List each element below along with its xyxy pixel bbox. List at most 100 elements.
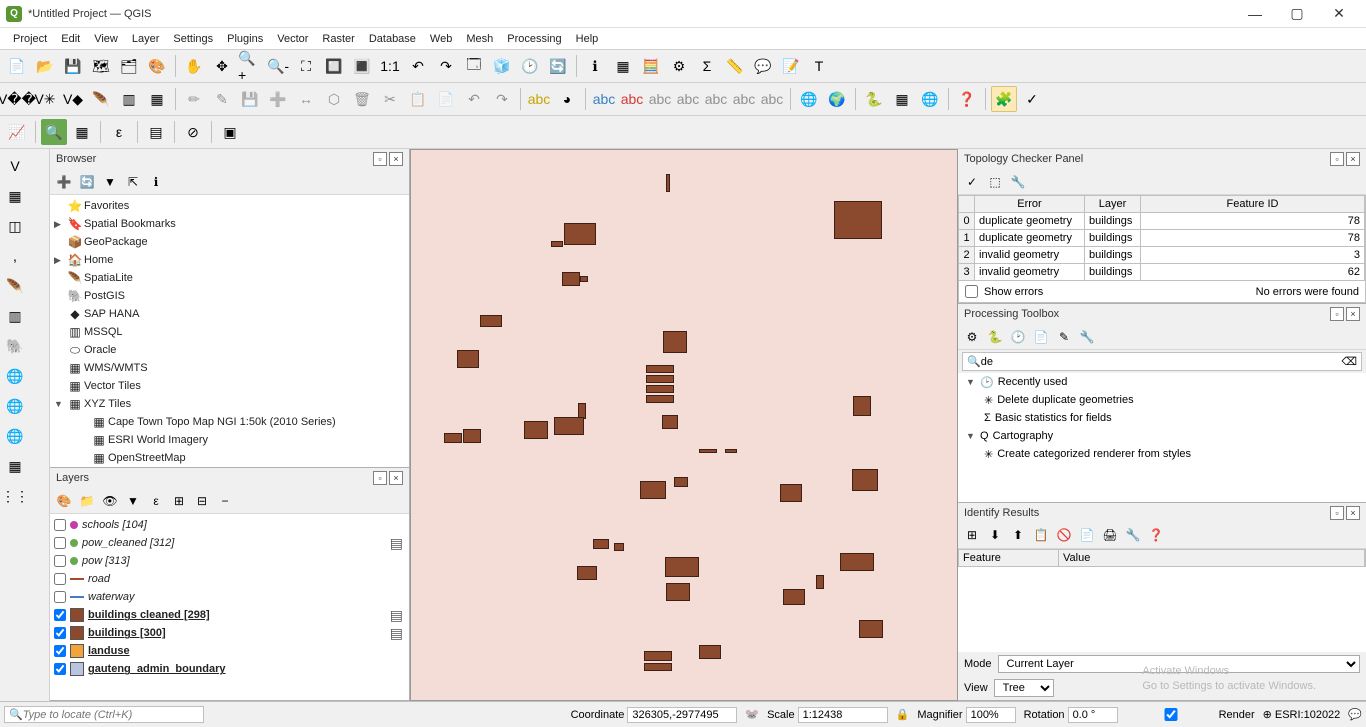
- browser-item[interactable]: ▥MSSQL: [50, 323, 409, 341]
- zoom-out-icon[interactable]: 🔍-: [265, 53, 291, 79]
- building-feature[interactable]: [646, 375, 674, 383]
- layer-visibility-checkbox[interactable]: [54, 519, 66, 531]
- extents-icon[interactable]: 🐭: [745, 708, 759, 721]
- col-layer[interactable]: Layer: [1085, 196, 1141, 212]
- python-script-icon[interactable]: 🐍: [985, 327, 1005, 347]
- building-feature[interactable]: [852, 469, 878, 491]
- zoom-in-icon[interactable]: 🔍+: [237, 53, 263, 79]
- filter-browser-icon[interactable]: ▼: [100, 172, 120, 192]
- new-spatialite-icon[interactable]: 🪶: [88, 86, 114, 112]
- add-feature-icon[interactable]: ➕: [265, 86, 291, 112]
- building-feature[interactable]: [816, 575, 824, 589]
- building-feature[interactable]: [580, 276, 588, 282]
- close-panel-icon[interactable]: ×: [1346, 506, 1360, 520]
- lock-scale-icon[interactable]: 🔒: [896, 708, 910, 721]
- building-feature[interactable]: [853, 396, 871, 416]
- locator-input[interactable]: [23, 709, 199, 721]
- processing-algorithm[interactable]: ΣBasic statistics for fields: [958, 409, 1366, 427]
- col-feature[interactable]: Feature: [959, 550, 1059, 566]
- label-move-icon[interactable]: abc: [703, 86, 729, 112]
- building-feature[interactable]: [554, 417, 584, 435]
- add-wms-icon[interactable]: 🌐: [2, 363, 28, 389]
- building-feature[interactable]: [444, 433, 462, 443]
- label-show-icon[interactable]: abc: [675, 86, 701, 112]
- expand-all-icon[interactable]: ⬇: [985, 525, 1005, 545]
- clear-search-icon[interactable]: ⌫: [1341, 355, 1357, 368]
- annotation-icon[interactable]: 📝: [778, 53, 804, 79]
- coordinate-input[interactable]: [627, 707, 737, 723]
- building-feature[interactable]: [665, 557, 699, 577]
- layer-item[interactable]: pow [313]: [50, 552, 409, 570]
- building-feature[interactable]: [699, 449, 717, 453]
- menu-help[interactable]: Help: [569, 31, 606, 47]
- processing-search[interactable]: 🔍 ⌫: [962, 352, 1362, 371]
- measure-icon[interactable]: 📏: [722, 53, 748, 79]
- temporal-icon[interactable]: 🕑: [517, 53, 543, 79]
- building-feature[interactable]: [457, 350, 479, 368]
- topology-row[interactable]: 3invalid geometrybuildings62: [958, 264, 1366, 281]
- building-feature[interactable]: [646, 395, 674, 403]
- vertex-tool-icon[interactable]: ⬡: [321, 86, 347, 112]
- building-feature[interactable]: [564, 223, 596, 245]
- cut-icon[interactable]: ✂: [377, 86, 403, 112]
- toggle-edit-icon[interactable]: ✎: [209, 86, 235, 112]
- results-viewer-icon[interactable]: 📄: [1031, 327, 1051, 347]
- filter-legend-icon[interactable]: ▼: [123, 491, 143, 511]
- browser-item[interactable]: ▶🏠Home: [50, 251, 409, 269]
- menu-vector[interactable]: Vector: [270, 31, 315, 47]
- building-feature[interactable]: [834, 201, 882, 239]
- menu-database[interactable]: Database: [362, 31, 423, 47]
- copy-feature-icon[interactable]: 📄: [1077, 525, 1097, 545]
- label-rotate-icon[interactable]: abc: [731, 86, 757, 112]
- invert-selection-icon[interactable]: ▣: [217, 119, 243, 145]
- clear-results-icon[interactable]: 🚫: [1054, 525, 1074, 545]
- layers-tree[interactable]: schools [104]pow_cleaned [312]▤pow [313]…: [50, 514, 409, 700]
- building-feature[interactable]: [524, 421, 548, 439]
- zoom-full-icon[interactable]: ⛶: [293, 53, 319, 79]
- building-feature[interactable]: [463, 429, 481, 443]
- deselect-icon[interactable]: ⊘: [180, 119, 206, 145]
- maximize-button[interactable]: ▢: [1276, 2, 1318, 26]
- close-button[interactable]: ✕: [1318, 2, 1360, 26]
- select-features-icon[interactable]: 🔍: [41, 119, 67, 145]
- add-group-icon[interactable]: 📁: [77, 491, 97, 511]
- building-feature[interactable]: [640, 481, 666, 499]
- building-feature[interactable]: [840, 553, 874, 571]
- zoom-selection-icon[interactable]: 🔲: [321, 53, 347, 79]
- python-console-icon[interactable]: 🐍: [861, 86, 887, 112]
- menu-view[interactable]: View: [87, 31, 125, 47]
- building-feature[interactable]: [699, 645, 721, 659]
- zoom-next-icon[interactable]: ↷: [433, 53, 459, 79]
- browser-item[interactable]: 📦GeoPackage: [50, 233, 409, 251]
- field-calc-icon[interactable]: 🧮: [638, 53, 664, 79]
- select-all-icon[interactable]: ▤: [143, 119, 169, 145]
- processing-algorithm[interactable]: ✳Delete duplicate geometries: [958, 391, 1366, 409]
- browser-item[interactable]: ▶🔖Spatial Bookmarks: [50, 215, 409, 233]
- label-change-icon[interactable]: abc: [759, 86, 785, 112]
- collapse-all-icon[interactable]: ⬆: [1008, 525, 1028, 545]
- browser-item[interactable]: 🐘PostGIS: [50, 287, 409, 305]
- processing-group[interactable]: ▼QCartography: [958, 427, 1366, 445]
- add-xyz-icon[interactable]: ▦: [2, 453, 28, 479]
- building-feature[interactable]: [783, 589, 805, 605]
- building-feature[interactable]: [551, 241, 563, 247]
- select-rect-icon[interactable]: ▦: [69, 119, 95, 145]
- statistics-icon[interactable]: Σ: [694, 53, 720, 79]
- browser-item[interactable]: ▦OpenStreetMap: [50, 449, 409, 467]
- remove-layer-icon[interactable]: −: [215, 491, 235, 511]
- building-feature[interactable]: [562, 272, 580, 286]
- diagram-icon[interactable]: ◕: [554, 86, 580, 112]
- osm-icon[interactable]: 🌍: [824, 86, 850, 112]
- crs-text[interactable]: ESRI:102022: [1275, 709, 1340, 721]
- plugin-rainbow-icon[interactable]: ▦: [889, 86, 915, 112]
- identify-settings-icon[interactable]: 🔧: [1123, 525, 1143, 545]
- render-checkbox[interactable]: [1126, 708, 1216, 721]
- processing-tree[interactable]: ▼🕑Recently used✳Delete duplicate geometr…: [958, 373, 1366, 502]
- building-feature[interactable]: [780, 484, 802, 502]
- identify-view-select[interactable]: Tree: [994, 679, 1054, 697]
- pan-icon[interactable]: ✋: [181, 53, 207, 79]
- identify-mode-select[interactable]: Current Layer: [998, 655, 1360, 673]
- col-error[interactable]: Error: [975, 196, 1085, 212]
- browser-item[interactable]: ▦ESRI World Imagery: [50, 431, 409, 449]
- layer-visibility-checkbox[interactable]: [54, 663, 66, 675]
